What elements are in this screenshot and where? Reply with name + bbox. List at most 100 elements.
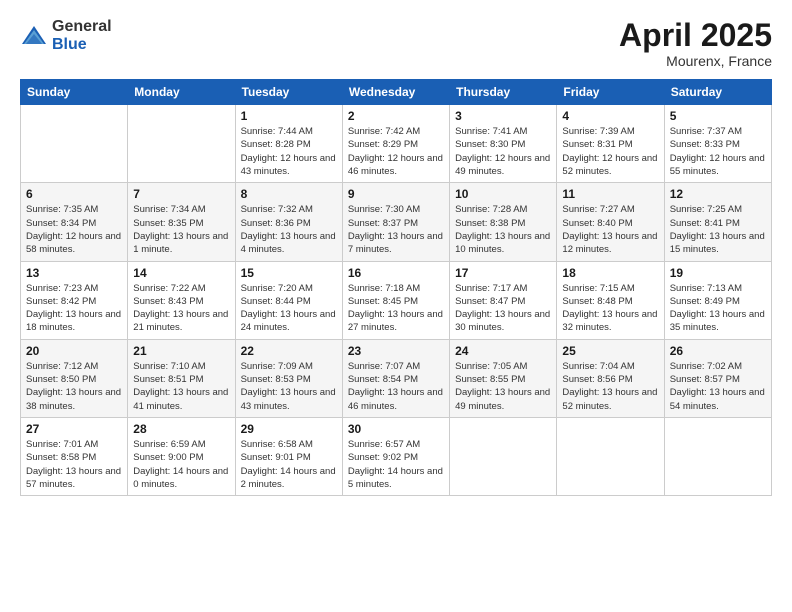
calendar-cell: 15 Sunrise: 7:20 AM Sunset: 8:44 PM Dayli… [235,261,342,339]
week-row-3: 13 Sunrise: 7:23 AM Sunset: 8:42 PM Dayli… [21,261,772,339]
header-wednesday: Wednesday [342,80,449,105]
calendar-page: General Blue April 2025 Mourenx, France … [0,0,792,612]
day-number: 27 [26,422,122,436]
day-number: 7 [133,187,229,201]
calendar-cell: 29Sunrise: 6:58 AM Sunset: 9:01 PM Dayli… [235,417,342,495]
day-info: Sunrise: 7:13 AM Sunset: 8:49 PM Dayligh… [670,282,766,335]
day-number: 14 [133,266,229,280]
calendar-cell: 27 Sunrise: 7:01 AM Sunset: 8:58 PM Dayli… [21,417,128,495]
calendar-cell: 5 Sunrise: 7:37 AM Sunset: 8:33 PM Daylig… [664,105,771,183]
day-info: Sunrise: 6:58 AM Sunset: 9:01 PM Dayligh… [241,438,337,491]
day-number: 26 [670,344,766,358]
calendar-cell [664,417,771,495]
day-info: Sunrise: 7:04 AM Sunset: 8:56 PM Dayligh… [562,360,658,413]
calendar-cell [557,417,664,495]
day-number: 12 [670,187,766,201]
calendar-cell: 13 Sunrise: 7:23 AM Sunset: 8:42 PM Dayli… [21,261,128,339]
day-info: Sunrise: 7:27 AM Sunset: 8:40 PM Dayligh… [562,203,658,256]
day-info: Sunrise: 7:41 AM Sunset: 8:30 PM Dayligh… [455,125,551,178]
calendar-cell [450,417,557,495]
day-info: Sunrise: 7:12 AM Sunset: 8:50 PM Dayligh… [26,360,122,413]
calendar-cell: 9 Sunrise: 7:30 AM Sunset: 8:37 PM Daylig… [342,183,449,261]
day-info: Sunrise: 7:22 AM Sunset: 8:43 PM Dayligh… [133,282,229,335]
day-number: 3 [455,109,551,123]
day-info: Sunrise: 7:32 AM Sunset: 8:36 PM Dayligh… [241,203,337,256]
day-number: 23 [348,344,444,358]
calendar-cell: 12 Sunrise: 7:25 AM Sunset: 8:41 PM Dayli… [664,183,771,261]
calendar-cell [128,105,235,183]
day-number: 8 [241,187,337,201]
day-info: Sunrise: 7:34 AM Sunset: 8:35 PM Dayligh… [133,203,229,256]
week-row-5: 27 Sunrise: 7:01 AM Sunset: 8:58 PM Dayli… [21,417,772,495]
day-number: 22 [241,344,337,358]
day-number: 28 [133,422,229,436]
calendar-cell: 4Sunrise: 7:39 AM Sunset: 8:31 PM Daylig… [557,105,664,183]
calendar-cell: 2 Sunrise: 7:42 AM Sunset: 8:29 PM Daylig… [342,105,449,183]
day-number: 11 [562,187,658,201]
day-info: Sunrise: 7:35 AM Sunset: 8:34 PM Dayligh… [26,203,122,256]
day-number: 21 [133,344,229,358]
day-info: Sunrise: 7:42 AM Sunset: 8:29 PM Dayligh… [348,125,444,178]
day-number: 13 [26,266,122,280]
day-number: 30 [348,422,444,436]
day-number: 18 [562,266,658,280]
header-saturday: Saturday [664,80,771,105]
day-number: 10 [455,187,551,201]
day-info: Sunrise: 7:44 AM Sunset: 8:28 PM Dayligh… [241,125,337,178]
calendar-table: SundayMondayTuesdayWednesdayThursdayFrid… [20,79,772,496]
day-info: Sunrise: 7:09 AM Sunset: 8:53 PM Dayligh… [241,360,337,413]
calendar-header-row: SundayMondayTuesdayWednesdayThursdayFrid… [21,80,772,105]
day-number: 19 [670,266,766,280]
calendar-cell: 8 Sunrise: 7:32 AM Sunset: 8:36 PM Daylig… [235,183,342,261]
day-info: Sunrise: 7:07 AM Sunset: 8:54 PM Dayligh… [348,360,444,413]
day-number: 5 [670,109,766,123]
logo-icon [20,22,48,50]
day-info: Sunrise: 7:20 AM Sunset: 8:44 PM Dayligh… [241,282,337,335]
day-info: Sunrise: 7:01 AM Sunset: 8:58 PM Dayligh… [26,438,122,491]
calendar-cell: 11 Sunrise: 7:27 AM Sunset: 8:40 PM Dayli… [557,183,664,261]
calendar-cell: 3 Sunrise: 7:41 AM Sunset: 8:30 PM Daylig… [450,105,557,183]
day-info: Sunrise: 6:57 AM Sunset: 9:02 PM Dayligh… [348,438,444,491]
calendar-cell: 1 Sunrise: 7:44 AM Sunset: 8:28 PM Daylig… [235,105,342,183]
calendar-cell: 25 Sunrise: 7:04 AM Sunset: 8:56 PM Dayli… [557,339,664,417]
header-friday: Friday [557,80,664,105]
day-number: 24 [455,344,551,358]
calendar-cell: 20 Sunrise: 7:12 AM Sunset: 8:50 PM Dayli… [21,339,128,417]
day-number: 20 [26,344,122,358]
day-info: Sunrise: 7:05 AM Sunset: 8:55 PM Dayligh… [455,360,551,413]
calendar-cell: 14 Sunrise: 7:22 AM Sunset: 8:43 PM Dayli… [128,261,235,339]
day-number: 16 [348,266,444,280]
day-number: 6 [26,187,122,201]
day-info: Sunrise: 7:25 AM Sunset: 8:41 PM Dayligh… [670,203,766,256]
title-month: April 2025 [619,18,772,53]
week-row-4: 20 Sunrise: 7:12 AM Sunset: 8:50 PM Dayli… [21,339,772,417]
calendar-cell: 7 Sunrise: 7:34 AM Sunset: 8:35 PM Daylig… [128,183,235,261]
day-info: Sunrise: 7:28 AM Sunset: 8:38 PM Dayligh… [455,203,551,256]
day-number: 1 [241,109,337,123]
calendar-cell [21,105,128,183]
day-info: Sunrise: 7:37 AM Sunset: 8:33 PM Dayligh… [670,125,766,178]
day-number: 2 [348,109,444,123]
calendar-cell: 24 Sunrise: 7:05 AM Sunset: 8:55 PM Dayli… [450,339,557,417]
day-number: 25 [562,344,658,358]
calendar-cell: 30 Sunrise: 6:57 AM Sunset: 9:02 PM Dayli… [342,417,449,495]
day-number: 9 [348,187,444,201]
header-tuesday: Tuesday [235,80,342,105]
day-info: Sunrise: 7:17 AM Sunset: 8:47 PM Dayligh… [455,282,551,335]
week-row-2: 6 Sunrise: 7:35 AM Sunset: 8:34 PM Daylig… [21,183,772,261]
header-monday: Monday [128,80,235,105]
calendar-cell: 17 Sunrise: 7:17 AM Sunset: 8:47 PM Dayli… [450,261,557,339]
day-number: 17 [455,266,551,280]
day-info: Sunrise: 7:15 AM Sunset: 8:48 PM Dayligh… [562,282,658,335]
day-info: Sunrise: 7:23 AM Sunset: 8:42 PM Dayligh… [26,282,122,335]
day-info: Sunrise: 7:02 AM Sunset: 8:57 PM Dayligh… [670,360,766,413]
day-number: 15 [241,266,337,280]
week-row-1: 1 Sunrise: 7:44 AM Sunset: 8:28 PM Daylig… [21,105,772,183]
title-block: April 2025 Mourenx, France [619,18,772,69]
calendar-cell: 23 Sunrise: 7:07 AM Sunset: 8:54 PM Dayli… [342,339,449,417]
header-sunday: Sunday [21,80,128,105]
day-info: Sunrise: 7:30 AM Sunset: 8:37 PM Dayligh… [348,203,444,256]
logo-text: General Blue [52,18,112,53]
day-info: Sunrise: 7:39 AM Sunset: 8:31 PM Dayligh… [562,125,658,178]
page-header: General Blue April 2025 Mourenx, France [20,18,772,69]
